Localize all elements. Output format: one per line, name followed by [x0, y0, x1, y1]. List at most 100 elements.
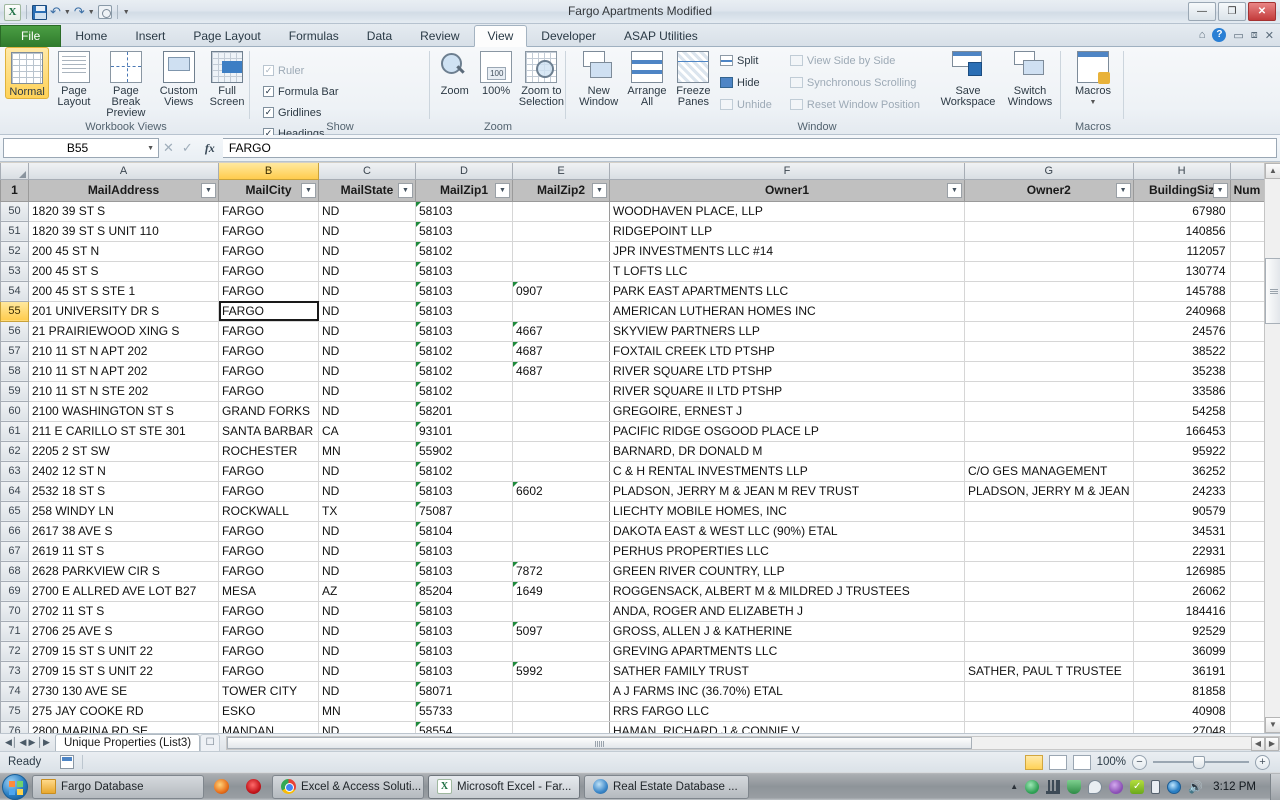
cell-r71-c3[interactable]: 58103 — [416, 621, 513, 641]
cell-r61-c5[interactable]: PACIFIC RIDGE OSGOOD PLACE LP — [610, 421, 965, 441]
cell-r75-c6[interactable] — [965, 701, 1134, 721]
formula-bar-checkbox[interactable]: ✓ Formula Bar — [260, 82, 350, 101]
show-desktop-button[interactable] — [1270, 774, 1280, 800]
table-row[interactable]: 692700 E ALLRED AVE LOT B27MESAAZ8520416… — [1, 581, 1271, 601]
cell-r68-c5[interactable]: GREEN RIVER COUNTRY, LLP — [610, 561, 965, 581]
cell-r60-c0[interactable]: 2100 WASHINGTON ST S — [29, 401, 219, 421]
cell-r69-c7[interactable]: 26062 — [1133, 581, 1230, 601]
zoom-in-button[interactable]: + — [1255, 755, 1270, 770]
cell-r54-c4[interactable]: 0907 — [513, 281, 610, 301]
cell-r58-c3[interactable]: 58102 — [416, 361, 513, 381]
cell-r69-c5[interactable]: ROGGENSACK, ALBERT M & MILDRED J TRUSTEE… — [610, 581, 965, 601]
column-header-b[interactable]: B — [219, 163, 319, 179]
cell-r54-c5[interactable]: PARK EAST APARTMENTS LLC — [610, 281, 965, 301]
cell-r50-c2[interactable]: ND — [319, 201, 416, 221]
cell-r66-c7[interactable]: 34531 — [1133, 521, 1230, 541]
sheet-tab-unique-properties[interactable]: Unique Properties (List3) — [55, 734, 200, 751]
cell-r74-c7[interactable]: 81858 — [1133, 681, 1230, 701]
tab-home[interactable]: Home — [61, 25, 121, 47]
table-row[interactable]: 52200 45 ST NFARGOND58102JPR INVESTMENTS… — [1, 241, 1271, 261]
cell-r61-c2[interactable]: CA — [319, 421, 416, 441]
cell-r63-c2[interactable]: ND — [319, 461, 416, 481]
cell-r64-c4[interactable]: 6602 — [513, 481, 610, 501]
cell-r64-c1[interactable]: FARGO — [219, 481, 319, 501]
cell-r61-c1[interactable]: SANTA BARBAR — [219, 421, 319, 441]
select-all-corner[interactable] — [1, 163, 29, 179]
cell-r56-c6[interactable] — [965, 321, 1134, 341]
cell-r56-c0[interactable]: 21 PRAIRIEWOOD XING S — [29, 321, 219, 341]
row-header-72[interactable]: 72 — [1, 641, 29, 661]
cell-r67-c0[interactable]: 2619 11 ST S — [29, 541, 219, 561]
cell-r53-c5[interactable]: T LOFTS LLC — [610, 261, 965, 281]
header-mailzip2[interactable]: MailZip2▼ — [513, 179, 610, 201]
cell-r52-c7[interactable]: 112057 — [1133, 241, 1230, 261]
split-button[interactable]: Split — [717, 51, 775, 70]
tab-developer[interactable]: Developer — [527, 25, 610, 47]
cell-r55-c7[interactable]: 240968 — [1133, 301, 1230, 321]
filter-icon-mailzip2[interactable]: ▼ — [592, 183, 607, 198]
row-header-62[interactable]: 62 — [1, 441, 29, 461]
header-owner1[interactable]: Owner1▼ — [610, 179, 965, 201]
cell-r62-c6[interactable] — [965, 441, 1134, 461]
column-header-h[interactable]: H — [1133, 163, 1230, 179]
cell-r56-c2[interactable]: ND — [319, 321, 416, 341]
cell-r58-c7[interactable]: 35238 — [1133, 361, 1230, 381]
cell-r65-c5[interactable]: LIECHTY MOBILE HOMES, INC — [610, 501, 965, 521]
cell-r67-c7[interactable]: 22931 — [1133, 541, 1230, 561]
cell-r51-c1[interactable]: FARGO — [219, 221, 319, 241]
chat-icon[interactable] — [1088, 780, 1102, 794]
row-header-57[interactable]: 57 — [1, 341, 29, 361]
cell-r53-c7[interactable]: 130774 — [1133, 261, 1230, 281]
macros-dropdown-icon[interactable]: ▼ — [1090, 97, 1097, 108]
cell-r50-c5[interactable]: WOODHAVEN PLACE, LLP — [610, 201, 965, 221]
cell-r73-c6[interactable]: SATHER, PAUL T TRUSTEE — [965, 661, 1134, 681]
cell-r54-c3[interactable]: 58103 — [416, 281, 513, 301]
cell-r61-c4[interactable] — [513, 421, 610, 441]
cell-r62-c0[interactable]: 2205 2 ST SW — [29, 441, 219, 461]
restore-workbook-icon[interactable]: ⧈ — [1251, 29, 1258, 42]
spreadsheet-grid[interactable]: A B C D E F G H 1 MailAddress▼ MailCity▼… — [0, 163, 1280, 733]
column-header-a[interactable]: A — [29, 163, 219, 179]
custom-views-button[interactable]: Custom Views — [153, 47, 204, 108]
cell-r66-c4[interactable] — [513, 521, 610, 541]
cell-r75-c3[interactable]: 55733 — [416, 701, 513, 721]
cell-r75-c5[interactable]: RRS FARGO LLC — [610, 701, 965, 721]
cell-r55-c6[interactable] — [965, 301, 1134, 321]
table-row[interactable]: 55201 UNIVERSITY DR SFARGOND58103AMERICA… — [1, 301, 1271, 321]
zoom-100-button[interactable]: 100% — [475, 47, 516, 108]
row-header-67[interactable]: 67 — [1, 541, 29, 561]
cell-r73-c2[interactable]: ND — [319, 661, 416, 681]
cell-r62-c7[interactable]: 95922 — [1133, 441, 1230, 461]
cell-r54-c0[interactable]: 200 45 ST S STE 1 — [29, 281, 219, 301]
tab-view[interactable]: View — [474, 25, 528, 47]
row-header-66[interactable]: 66 — [1, 521, 29, 541]
cell-r52-c3[interactable]: 58102 — [416, 241, 513, 261]
cell-r61-c3[interactable]: 93101 — [416, 421, 513, 441]
cell-r53-c0[interactable]: 200 45 ST S — [29, 261, 219, 281]
cell-r63-c5[interactable]: C & H RENTAL INVESTMENTS LLP — [610, 461, 965, 481]
header-buildingsize[interactable]: BuildingSiz▼ — [1133, 179, 1230, 201]
antivirus-check-icon[interactable]: ✓ — [1130, 780, 1144, 794]
column-header-c[interactable]: C — [319, 163, 416, 179]
table-row[interactable]: 5621 PRAIRIEWOOD XING SFARGOND581034667S… — [1, 321, 1271, 341]
cell-r72-c2[interactable]: ND — [319, 641, 416, 661]
cell-r61-c6[interactable] — [965, 421, 1134, 441]
status-page-break-button[interactable] — [1073, 755, 1091, 770]
cell-r64-c3[interactable]: 58103 — [416, 481, 513, 501]
row-header-75[interactable]: 75 — [1, 701, 29, 721]
cell-r71-c5[interactable]: GROSS, ALLEN J & KATHERINE — [610, 621, 965, 641]
cell-r74-c0[interactable]: 2730 130 AVE SE — [29, 681, 219, 701]
cell-r63-c0[interactable]: 2402 12 ST N — [29, 461, 219, 481]
battery-icon[interactable] — [1151, 780, 1160, 794]
switch-windows-button[interactable]: Switch Windows — [999, 47, 1061, 108]
zoom-slider-thumb[interactable] — [1193, 756, 1205, 769]
cell-r72-c7[interactable]: 36099 — [1133, 641, 1230, 661]
table-row[interactable]: 672619 11 ST SFARGOND58103PERHUS PROPERT… — [1, 541, 1271, 561]
row-header-68[interactable]: 68 — [1, 561, 29, 581]
cell-r67-c2[interactable]: ND — [319, 541, 416, 561]
column-header-d[interactable]: D — [416, 163, 513, 179]
ruler-checkbox[interactable]: ✓ Ruler — [260, 61, 338, 80]
cell-r66-c1[interactable]: FARGO — [219, 521, 319, 541]
cell-r67-c6[interactable] — [965, 541, 1134, 561]
cell-r61-c0[interactable]: 211 E CARILLO ST STE 301 — [29, 421, 219, 441]
